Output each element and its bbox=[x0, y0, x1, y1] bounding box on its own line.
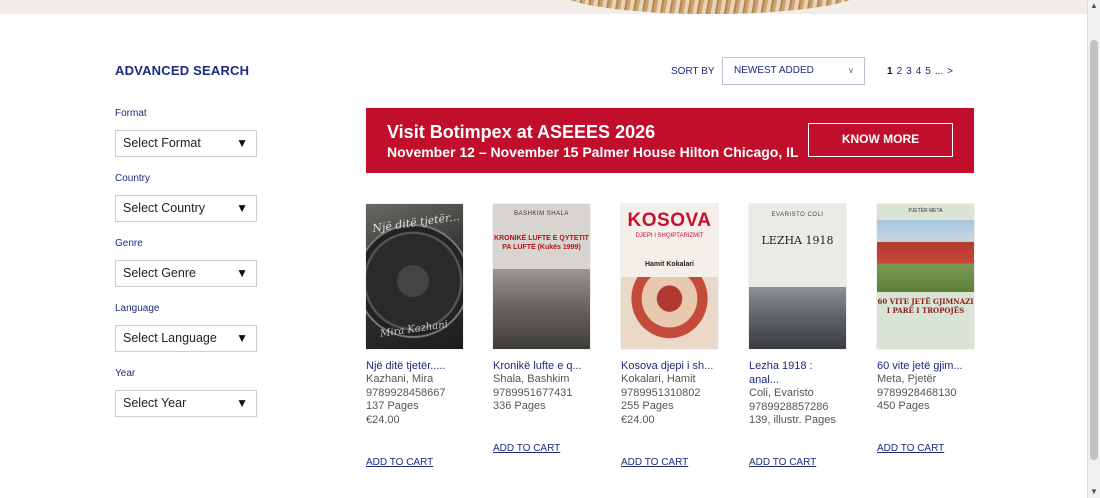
cover-author: PJETËR META bbox=[908, 208, 943, 214]
hero-image-strip bbox=[0, 0, 1088, 14]
year-select-value: Select Year bbox=[123, 396, 187, 410]
genre-select[interactable]: Select Genre ▼ bbox=[115, 260, 257, 287]
format-label: Format bbox=[115, 108, 147, 119]
language-select[interactable]: Select Language ▼ bbox=[115, 325, 257, 352]
event-banner: Visit Botimpex at ASEEES 2026 November 1… bbox=[366, 108, 974, 173]
dropdown-arrow-icon: ▼ bbox=[236, 201, 248, 215]
add-to-cart-link[interactable]: ADD TO CART bbox=[366, 457, 433, 468]
book-isbn: 9789928458667 bbox=[366, 386, 446, 399]
cover-artwork bbox=[621, 277, 718, 349]
book-price: €24.00 bbox=[621, 413, 655, 426]
sort-by-label: SORT BY bbox=[671, 66, 715, 77]
sort-select-value: NEWEST ADDED bbox=[734, 65, 814, 76]
book-cover[interactable]: PJETËR META 60 VITE JETË GJIMNAZI I PARË… bbox=[877, 204, 974, 349]
book-author: Meta, Pjetër bbox=[877, 373, 937, 385]
scroll-up-icon[interactable]: ▲ bbox=[1088, 0, 1100, 12]
book-pages: 139, illustr. Pages bbox=[749, 414, 836, 426]
book-pages: 336 Pages bbox=[493, 400, 546, 412]
chevron-down-icon: v bbox=[849, 66, 853, 75]
genre-select-value: Select Genre bbox=[123, 266, 196, 280]
cover-photo bbox=[877, 220, 974, 292]
book-card: Një ditë tjetër... Mira Kazhani Një ditë… bbox=[366, 204, 486, 427]
cover-title: KOSOVA bbox=[627, 210, 712, 231]
cover-title: KRONIKË LUFTE E QYTETIT PA LUFTË (Kukës … bbox=[494, 235, 589, 251]
cover-author: EVARISTO COLI bbox=[771, 212, 824, 218]
book-card: BASHKIM SHALA KRONIKË LUFTE E QYTETIT PA… bbox=[493, 204, 613, 414]
cover-photo bbox=[749, 287, 846, 349]
book-pages: 255 Pages bbox=[621, 400, 674, 412]
add-to-cart-link[interactable]: ADD TO CART bbox=[621, 457, 688, 468]
cover-author: Hamit Kokalari bbox=[644, 261, 695, 268]
country-select-value: Select Country bbox=[123, 201, 205, 215]
genre-label: Genre bbox=[115, 238, 143, 249]
next-page-link[interactable]: > bbox=[947, 66, 953, 77]
open-book-image bbox=[560, 0, 860, 14]
advanced-search-title: ADVANCED SEARCH bbox=[115, 63, 250, 78]
book-isbn: 9789951677431 bbox=[493, 386, 573, 399]
book-card: EVARISTO COLI LEZHA 1918 Lezha 1918 : an… bbox=[749, 204, 869, 428]
cover-photo bbox=[493, 269, 590, 349]
scrollbar-thumb[interactable] bbox=[1090, 40, 1098, 460]
banner-title: Visit Botimpex at ASEEES 2026 bbox=[387, 122, 656, 142]
know-more-button[interactable]: KNOW MORE bbox=[808, 123, 953, 157]
add-to-cart-link[interactable]: ADD TO CART bbox=[493, 443, 560, 454]
book-title-link[interactable]: Kosova djepi i sh... bbox=[621, 359, 741, 373]
book-isbn: 9789928857286 bbox=[749, 400, 829, 413]
book-title-link[interactable]: Një ditë tjetër..... bbox=[366, 359, 486, 373]
cover-title: LEZHA 1918 bbox=[761, 234, 834, 247]
page-link-2[interactable]: 2 bbox=[897, 66, 903, 77]
book-author: Coli, Evaristo bbox=[749, 387, 814, 399]
book-isbn: 9789928468130 bbox=[877, 386, 957, 399]
book-cover[interactable]: BASHKIM SHALA KRONIKË LUFTE E QYTETIT PA… bbox=[493, 204, 590, 349]
book-cover[interactable]: KOSOVA DJEPI I SHQIPTARIZMIT Hamit Kokal… bbox=[621, 204, 718, 349]
sort-select[interactable]: NEWEST ADDED v bbox=[722, 57, 865, 85]
cover-author: BASHKIM SHALA bbox=[514, 211, 569, 217]
year-select[interactable]: Select Year ▼ bbox=[115, 390, 257, 417]
add-to-cart-link[interactable]: ADD TO CART bbox=[877, 443, 944, 454]
page-link-3[interactable]: 3 bbox=[906, 66, 912, 77]
dropdown-arrow-icon: ▼ bbox=[236, 266, 248, 280]
book-author: Kazhani, Mira bbox=[366, 373, 434, 385]
page-link-4[interactable]: 4 bbox=[916, 66, 922, 77]
book-pages: 137 Pages bbox=[366, 400, 419, 412]
page-scrollbar[interactable]: ▲ ▼ bbox=[1087, 0, 1100, 498]
add-to-cart-link[interactable]: ADD TO CART bbox=[749, 457, 816, 468]
page-link-1[interactable]: 1 bbox=[887, 66, 893, 77]
book-cover[interactable]: EVARISTO COLI LEZHA 1918 bbox=[749, 204, 846, 349]
book-title-link[interactable]: 60 vite jetë gjim... bbox=[877, 359, 997, 373]
book-title-link-line2[interactable]: anal... bbox=[749, 373, 869, 387]
format-select[interactable]: Select Format ▼ bbox=[115, 130, 257, 157]
country-label: Country bbox=[115, 173, 151, 184]
book-isbn: 9789951310802 bbox=[621, 386, 701, 399]
language-select-value: Select Language bbox=[123, 331, 217, 345]
year-label: Year bbox=[115, 368, 136, 379]
book-price: €24.00 bbox=[366, 413, 400, 426]
language-label: Language bbox=[115, 303, 160, 314]
book-pages: 450 Pages bbox=[877, 400, 930, 412]
banner-subtitle: November 12 – November 15 Palmer House H… bbox=[387, 144, 799, 160]
book-title-link[interactable]: Kronikë lufte e q... bbox=[493, 359, 613, 373]
book-author: Shala, Bashkim bbox=[493, 373, 570, 385]
page-ellipsis: ... bbox=[934, 66, 944, 77]
book-cover[interactable]: Një ditë tjetër... Mira Kazhani bbox=[366, 204, 463, 349]
dropdown-arrow-icon: ▼ bbox=[236, 331, 248, 345]
page-link-5[interactable]: 5 bbox=[925, 66, 931, 77]
cover-title: 60 VITE JETË GJIMNAZI I PARË I TROPOJËS bbox=[877, 297, 974, 315]
cover-subtitle: DJEPI I SHQIPTARIZMIT bbox=[635, 233, 704, 239]
country-select[interactable]: Select Country ▼ bbox=[115, 195, 257, 222]
cover-artwork bbox=[366, 224, 463, 338]
dropdown-arrow-icon: ▼ bbox=[236, 136, 248, 150]
dropdown-arrow-icon: ▼ bbox=[236, 396, 248, 410]
format-select-value: Select Format bbox=[123, 136, 201, 150]
book-card: PJETËR META 60 VITE JETË GJIMNAZI I PARË… bbox=[877, 204, 997, 414]
book-card: KOSOVA DJEPI I SHQIPTARIZMIT Hamit Kokal… bbox=[621, 204, 741, 427]
scroll-down-icon[interactable]: ▼ bbox=[1088, 486, 1100, 498]
book-title-link[interactable]: Lezha 1918 : bbox=[749, 359, 869, 373]
pagination: 1 2 3 4 5... > bbox=[887, 66, 957, 77]
book-author: Kokalari, Hamit bbox=[621, 373, 696, 385]
